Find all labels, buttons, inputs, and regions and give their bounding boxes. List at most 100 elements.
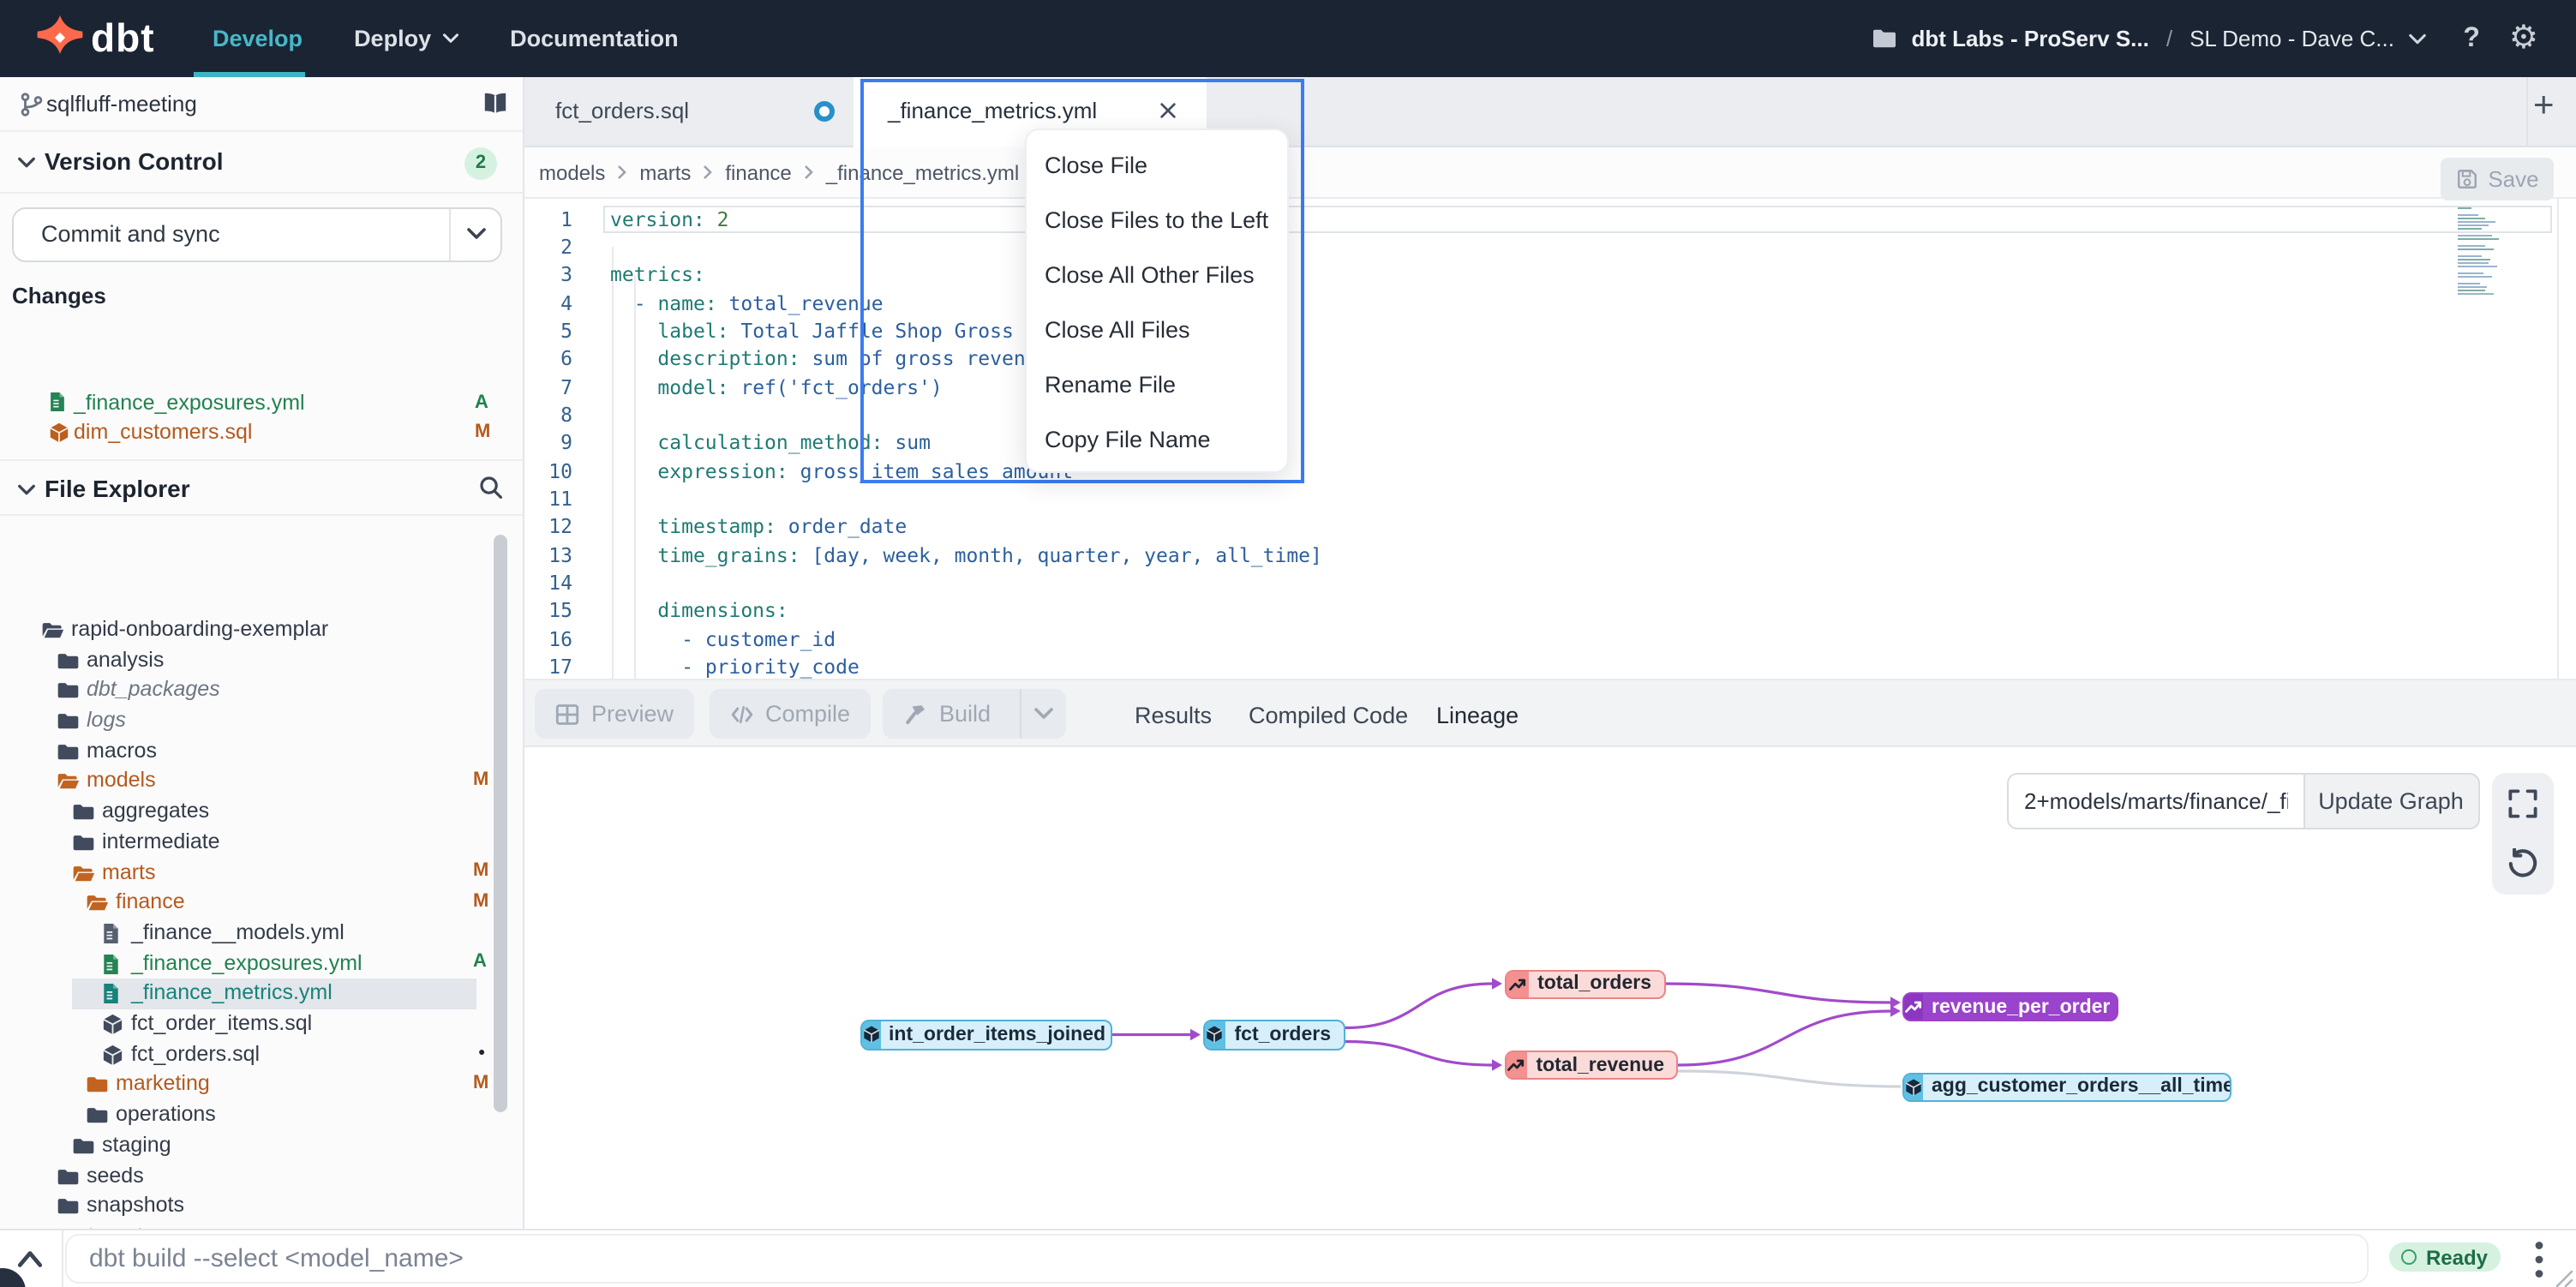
tree-item-intermediate[interactable]: intermediate: [0, 827, 514, 857]
project-name[interactable]: SL Demo - Dave C...: [2190, 26, 2394, 51]
code-line-2: 2: [524, 233, 2576, 261]
node-label: total_revenue: [1527, 1052, 1676, 1078]
lineage-node-total_orders[interactable]: total_orders: [1504, 969, 1665, 998]
file-tree-scrollbar[interactable]: [494, 534, 507, 1111]
tree-item-marts[interactable]: martsM: [0, 858, 514, 888]
tree-item-fct_order_items.sql[interactable]: fct_order_items.sql: [0, 1009, 514, 1039]
lineage-node-fct_orders[interactable]: fct_orders: [1202, 1020, 1345, 1050]
panel-tab-results[interactable]: Results: [1135, 680, 1212, 749]
tree-item-logs[interactable]: logs: [0, 706, 514, 736]
save-button[interactable]: Save: [2441, 158, 2554, 201]
commit-options-chevron[interactable]: [449, 209, 500, 260]
metric-icon: [1506, 1052, 1527, 1078]
git-status-badge: M: [475, 422, 490, 443]
tree-item-snapshots[interactable]: snapshots: [0, 1191, 514, 1221]
folder-icon: [86, 1074, 109, 1097]
tab-fct-orders-sql[interactable]: fct_orders.sql: [524, 77, 854, 147]
breadcrumb-item[interactable]: _finance_metrics.yml: [826, 160, 1019, 184]
panel-tab-compiled-code[interactable]: Compiled Code: [1249, 680, 1408, 749]
compile-button[interactable]: Compile: [709, 689, 871, 739]
tree-item-macros[interactable]: macros: [0, 736, 514, 766]
code-line-17: 17 - priority_code: [524, 653, 2576, 679]
context-menu-item-close-file[interactable]: Close File: [1027, 137, 1287, 192]
editor-minimap[interactable]: [2458, 207, 2504, 300]
nav-item-label: Deploy: [354, 26, 431, 51]
docs-book-icon[interactable]: [482, 91, 509, 117]
action-toolbar: Preview CompileBuild Results Compiled Code…: [524, 679, 2576, 747]
tree-item-fct_orders.sql[interactable]: fct_orders.sql●: [0, 1039, 514, 1069]
tree-item-marketing[interactable]: marketingM: [0, 1070, 514, 1100]
line-number: 11: [524, 485, 572, 513]
search-icon[interactable]: [478, 475, 504, 500]
context-menu-item-close-files-to-the-left[interactable]: Close Files to the Left: [1027, 192, 1287, 247]
minimap-line: [2458, 276, 2492, 278]
command-input[interactable]: [65, 1234, 2369, 1284]
tree-item-dbt_packages[interactable]: dbt_packages: [0, 675, 514, 705]
tree-item-staging[interactable]: staging: [0, 1130, 514, 1160]
lineage-panel[interactable]: Update Graph int_order_items_joinedfct_o…: [524, 747, 2576, 1228]
lineage-node-int_order_items_joined[interactable]: int_order_items_joined: [860, 1020, 1111, 1050]
file-explorer-header[interactable]: File Explorer: [0, 459, 523, 516]
tree-item-analysis[interactable]: analysis: [0, 645, 514, 675]
resize-handle-icon[interactable]: [2554, 1268, 2574, 1287]
preview-button[interactable]: Preview: [535, 689, 694, 739]
help-button[interactable]: ?: [2463, 23, 2480, 54]
lineage-node-agg_customer_orders__all_time[interactable]: agg_customer_orders__all_time: [1902, 1072, 2232, 1101]
lineage-node-total_revenue[interactable]: total_revenue: [1504, 1051, 1678, 1080]
breadcrumb-item[interactable]: finance: [725, 160, 791, 184]
context-menu-item-close-all-other-files[interactable]: Close All Other Files: [1027, 247, 1287, 302]
change-row-_finance_exposures.yml[interactable]: _finance_exposures.ymlA: [0, 387, 524, 417]
context-menu-item-copy-file-name[interactable]: Copy File Name: [1027, 411, 1287, 466]
code-line-14: 14: [524, 569, 2576, 597]
git-status-badge: M: [473, 1073, 488, 1093]
line-number: 5: [524, 317, 572, 345]
chevron-down-icon: [17, 155, 36, 169]
new-tab-button[interactable]: +: [2533, 86, 2564, 134]
tree-item-rapid-onboarding-exemplar[interactable]: rapid-onboarding-exemplar: [0, 615, 514, 645]
close-tab-icon[interactable]: [1159, 100, 1177, 119]
context-menu-item-rename-file[interactable]: Rename File: [1027, 356, 1287, 411]
line-number: 10: [524, 458, 572, 486]
model-cube-icon: [48, 422, 70, 444]
version-control-header[interactable]: Version Control: [0, 131, 523, 193]
project-breadcrumb[interactable]: dbt Labs - ProServ S... / SL Demo - Dave…: [1872, 0, 2427, 77]
panel-tab-lineage[interactable]: Lineage: [1436, 680, 1519, 749]
nav-item-documentation[interactable]: Documentation: [510, 26, 679, 51]
context-menu-item-close-all-files[interactable]: Close All Files: [1027, 302, 1287, 356]
change-file-name: _finance_exposures.yml: [74, 391, 305, 415]
nav-item-deploy[interactable]: Deploy: [354, 26, 458, 51]
tree-item-operations[interactable]: operations: [0, 1100, 514, 1130]
line-number: 14: [524, 569, 572, 597]
settings-gear-icon[interactable]: ⚙: [2509, 22, 2538, 55]
breadcrumb-item[interactable]: models: [539, 160, 605, 184]
build-button[interactable]: Build: [883, 689, 1066, 739]
tree-item-_finance__models.yml[interactable]: _finance__models.yml: [0, 919, 514, 949]
console-kebab-menu-icon[interactable]: [2531, 1240, 2547, 1278]
line-number: 4: [524, 290, 572, 318]
expand-console-chevron-up-icon[interactable]: [17, 1247, 43, 1269]
change-row-dim_customers.sql[interactable]: dim_customers.sqlM: [0, 417, 524, 447]
tree-item-_finance_metrics.yml[interactable]: _finance_metrics.yml: [0, 979, 514, 1009]
git-status-badge: A: [473, 951, 487, 972]
node-label: agg_customer_orders__all_time: [1923, 1074, 2232, 1099]
breadcrumb-item[interactable]: marts: [639, 160, 691, 184]
code-editor[interactable]: 1version: 223metrics:4 - name: total_rev…: [524, 198, 2576, 679]
dbt-logo-icon[interactable]: [36, 14, 84, 62]
save-label: Save: [2488, 166, 2538, 192]
line-number: 3: [524, 261, 572, 290]
commit-and-sync-button[interactable]: Commit and sync: [12, 207, 502, 261]
build-options-chevron[interactable]: [1020, 689, 1066, 739]
tree-item-finance[interactable]: financeM: [0, 888, 514, 918]
branch-row[interactable]: sqlfluff-meeting: [0, 77, 523, 131]
folder-icon: [57, 709, 80, 733]
tree-item-models[interactable]: modelsM: [0, 767, 514, 797]
lineage-node-revenue_per_order[interactable]: revenue_per_order: [1902, 992, 2118, 1021]
tree-item-seeds[interactable]: seeds: [0, 1161, 514, 1191]
unsaved-changes-dot: [814, 101, 835, 122]
tree-item-aggregates[interactable]: aggregates: [0, 797, 514, 827]
account-name[interactable]: dbt Labs - ProServ S...: [1911, 26, 2148, 51]
status-text: Ready: [2426, 1245, 2488, 1269]
git-status-badge: M: [473, 890, 488, 911]
tree-item-_finance_exposures.yml[interactable]: _finance_exposures.ymlA: [0, 949, 514, 979]
nav-item-develop[interactable]: Develop: [213, 26, 303, 51]
